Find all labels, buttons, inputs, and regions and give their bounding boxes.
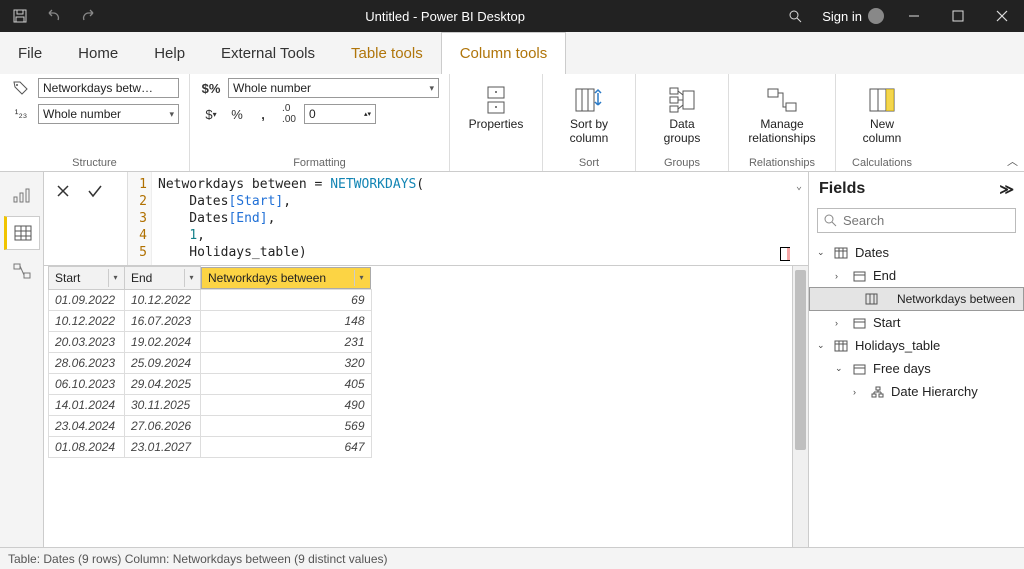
save-icon[interactable] [6, 2, 34, 30]
field-date-hierarchy[interactable]: ›Date Hierarchy [809, 380, 1024, 403]
menu-column-tools[interactable]: Column tools [441, 32, 567, 74]
calendar-icon [851, 316, 867, 330]
field-end[interactable]: ›End [809, 264, 1024, 287]
avatar-icon [868, 8, 884, 24]
redo-icon[interactable] [74, 2, 102, 30]
filter-end-button[interactable]: ▾ [184, 269, 198, 287]
sign-in-button[interactable]: Sign in [822, 8, 884, 24]
table-row[interactable]: 01.08.202423.01.2027647 [49, 436, 372, 457]
decimals-stepper[interactable]: 0▴▾ [304, 104, 376, 124]
percent-button[interactable]: % [226, 105, 248, 123]
group-calculations-label: Calculations [846, 155, 918, 169]
format-select[interactable]: Whole number▾ [228, 78, 439, 98]
data-grid: Start▾ End▾ Networkdays between▾ 01.09.2… [48, 266, 372, 458]
menu-home[interactable]: Home [60, 32, 136, 74]
thousands-button[interactable]: , [252, 105, 274, 123]
sort-by-column-button[interactable]: Sort by column [553, 78, 625, 146]
table-row[interactable]: 10.12.202216.07.2023148 [49, 310, 372, 331]
table-row[interactable]: 23.04.202427.06.2026569 [49, 415, 372, 436]
status-bar: Table: Dates (9 rows) Column: Networkday… [0, 547, 1024, 569]
sign-in-label: Sign in [822, 9, 862, 24]
maximize-button[interactable] [936, 0, 980, 32]
formula-bar: 12345 Networkdays between = NETWORKDAYS(… [44, 172, 808, 266]
vertical-scrollbar[interactable] [792, 266, 808, 547]
view-switcher [0, 172, 44, 547]
column-header-start[interactable]: Start▾ [49, 267, 125, 290]
ribbon: Networkdays betw… ¹₂₃ Whole number▾ Stru… [0, 74, 1024, 172]
new-column-icon [864, 82, 900, 118]
undo-icon[interactable] [40, 2, 68, 30]
menu-help[interactable]: Help [136, 32, 203, 74]
menu-table-tools[interactable]: Table tools [333, 32, 441, 74]
search-icon [824, 214, 837, 227]
data-view-button[interactable] [4, 216, 40, 250]
column-name-input[interactable]: Networkdays betw… [38, 78, 179, 98]
column-header-networkdays[interactable]: Networkdays between▾ [201, 267, 371, 289]
data-groups-button[interactable]: Data groups [646, 78, 718, 146]
column-header-end[interactable]: End▾ [125, 267, 201, 290]
properties-icon [478, 82, 514, 118]
group-structure-label: Structure [10, 155, 179, 169]
datatype-select[interactable]: Whole number▾ [38, 104, 179, 124]
hierarchy-icon [869, 385, 885, 399]
field-freedays[interactable]: ⌄Free days [809, 357, 1024, 380]
model-view-button[interactable] [4, 254, 40, 288]
table-row[interactable]: 01.09.202210.12.202269 [49, 289, 372, 310]
status-text: Table: Dates (9 rows) Column: Networkday… [8, 552, 388, 566]
menu-file[interactable]: File [0, 32, 60, 74]
collapse-ribbon-button[interactable]: ︿ [1007, 153, 1018, 169]
calendar-icon [851, 362, 867, 376]
group-sort-label: Sort [553, 155, 625, 169]
filter-start-button[interactable]: ▾ [108, 269, 122, 287]
datatype-icon: ¹₂₃ [10, 105, 32, 123]
table-row[interactable]: 14.01.202430.11.2025490 [49, 394, 372, 415]
menu-bar: File Home Help External Tools Table tool… [0, 32, 1024, 74]
sort-icon [571, 82, 607, 118]
calendar-icon [851, 269, 867, 283]
collapse-fields-button[interactable]: ≫ [999, 181, 1014, 198]
fields-search-input[interactable]: Search [817, 208, 1016, 233]
group-groups-label: Groups [646, 155, 718, 169]
decimal-format-button[interactable]: .0.00 [278, 105, 300, 123]
format-icon: $% [200, 79, 222, 97]
close-button[interactable] [980, 0, 1024, 32]
table-icon [833, 339, 849, 353]
formula-editor[interactable]: Networkdays between = NETWORKDAYS( Dates… [152, 172, 808, 265]
table-row[interactable]: 28.06.202325.09.2024320 [49, 352, 372, 373]
table-row[interactable]: 20.03.202319.02.2024231 [49, 331, 372, 352]
table-dates[interactable]: ⌄Dates [809, 241, 1024, 264]
calculated-column-icon [863, 292, 879, 306]
window-title: Untitled - Power BI Desktop [102, 9, 788, 24]
search-icon[interactable] [788, 9, 822, 23]
cancel-formula-button[interactable] [48, 178, 78, 204]
new-column-button[interactable]: New column [846, 78, 918, 146]
report-view-button[interactable] [4, 178, 40, 212]
menu-external-tools[interactable]: External Tools [203, 32, 333, 74]
group-formatting-label: Formatting [200, 155, 439, 169]
field-start[interactable]: ›Start [809, 311, 1024, 334]
manage-relationships-button[interactable]: Manage relationships [739, 78, 825, 146]
relationships-icon [764, 82, 800, 118]
table-holidays[interactable]: ⌄Holidays_table [809, 334, 1024, 357]
tag-icon [10, 79, 32, 97]
title-bar: Untitled - Power BI Desktop Sign in [0, 0, 1024, 32]
table-icon [833, 246, 849, 260]
group-relationships-label: Relationships [739, 155, 825, 169]
fields-title: Fields [819, 180, 865, 198]
filter-nw-button[interactable]: ▾ [354, 270, 368, 286]
commit-formula-button[interactable] [80, 178, 110, 204]
minimize-button[interactable] [892, 0, 936, 32]
expand-formula-button[interactable]: ⌄ [796, 178, 802, 195]
formula-gutter: 12345 [128, 172, 152, 265]
table-row[interactable]: 06.10.202329.04.2025405 [49, 373, 372, 394]
fields-pane: Fields ≫ Search ⌄Dates ›End Networkdays … [808, 172, 1024, 547]
currency-button[interactable]: $▾ [200, 105, 222, 123]
data-groups-icon [664, 82, 700, 118]
properties-button[interactable]: Properties [460, 78, 532, 132]
field-networkdays[interactable]: Networkdays between [809, 287, 1024, 311]
